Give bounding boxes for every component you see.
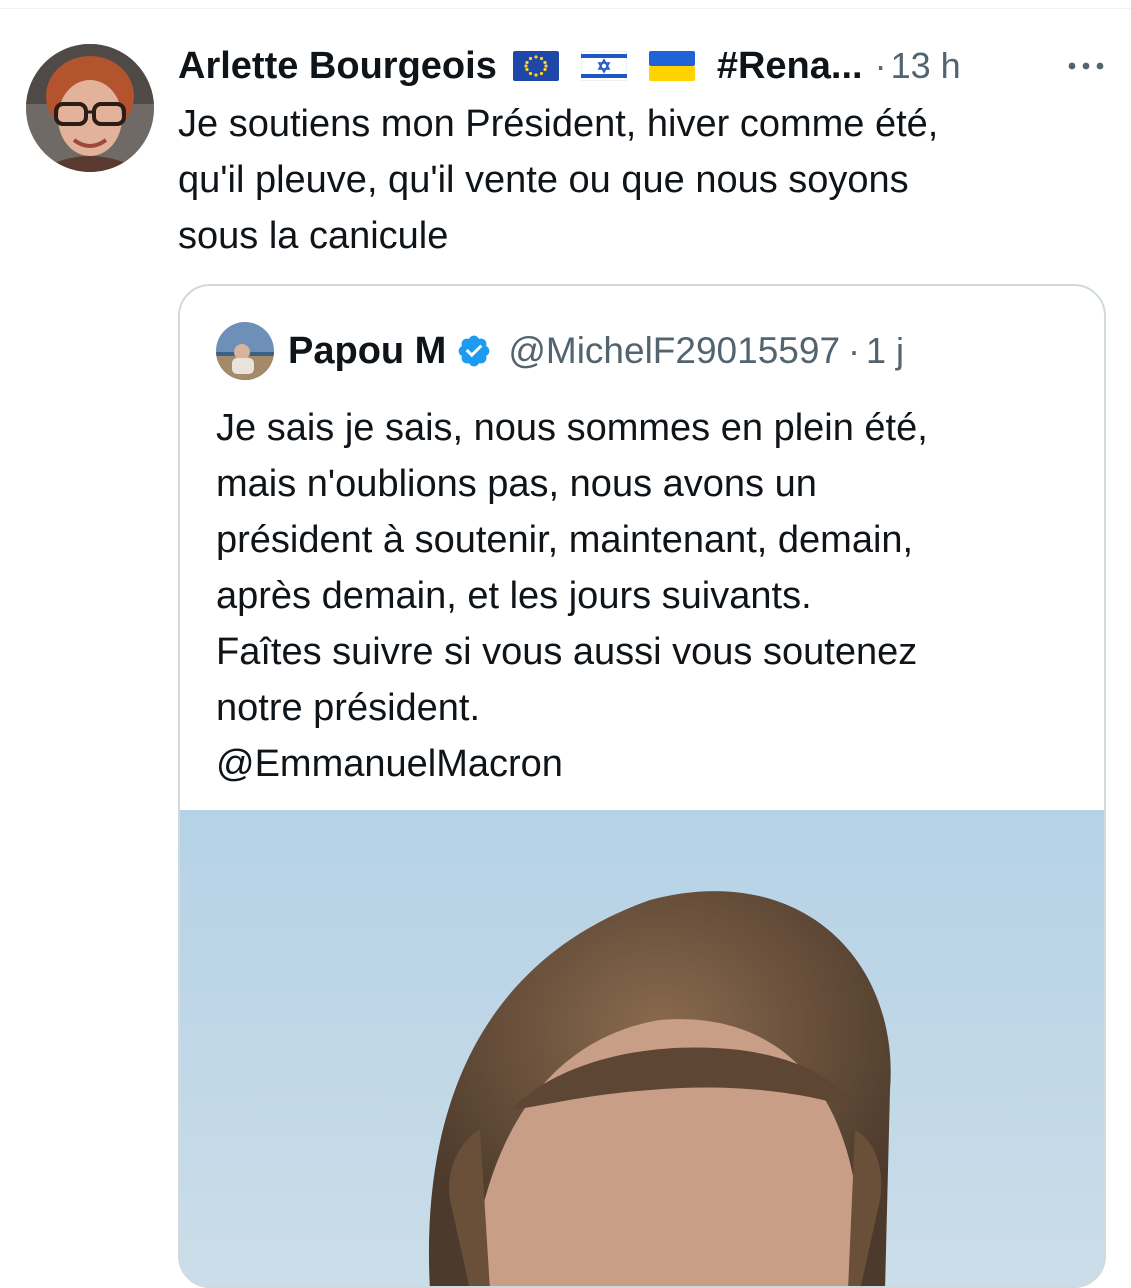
- tweet-text-line: sous la canicule: [178, 215, 449, 257]
- quoted-tweet-header: Papou M @MichelF29015597 · 1 j: [216, 322, 1096, 380]
- more-options-button[interactable]: [1064, 48, 1108, 84]
- tweet-header: Arlette Bourgeois #Rena... · 13 h: [178, 40, 1108, 92]
- quoted-mention[interactable]: @EmmanuelMacron: [216, 736, 1076, 792]
- ukraine-flag-icon: [648, 51, 695, 81]
- quoted-text-line: après demain, et les jours suivants.: [216, 575, 812, 617]
- author-avatar[interactable]: [26, 44, 154, 172]
- israel-flag-icon: [580, 51, 627, 81]
- quoted-text-line: mais n'oublions pas, nous avons un: [216, 463, 817, 505]
- quoted-author-name[interactable]: Papou M: [288, 330, 446, 373]
- quoted-tweet-image[interactable]: [180, 810, 1104, 1286]
- quoted-author-handle[interactable]: @MichelF29015597: [508, 330, 840, 372]
- quoted-text-line: Je sais je sais, nous sommes en plein ét…: [216, 407, 928, 449]
- quoted-text-line: Faîtes suivre si vous aussi vous soutene…: [216, 631, 918, 673]
- tweet[interactable]: Arlette Bourgeois #Rena... · 13 h Je sou…: [0, 0, 1131, 1288]
- tweet-time[interactable]: 13 h: [891, 45, 961, 87]
- tweet-text-line: qu'il pleuve, qu'il vente ou que nous so…: [178, 159, 909, 201]
- quoted-text-line: président à soutenir, maintenant, demain…: [216, 519, 914, 561]
- quoted-tweet-text: Je sais je sais, nous sommes en plein ét…: [216, 400, 1076, 792]
- quoted-author-avatar[interactable]: [216, 322, 274, 380]
- author-hashtag[interactable]: #Rena...: [717, 45, 863, 88]
- author-name[interactable]: Arlette Bourgeois: [178, 45, 497, 88]
- verified-badge-icon: [458, 335, 490, 367]
- quoted-text-line: notre président.: [216, 687, 481, 729]
- tweet-text-line: Je soutiens mon Président, hiver comme é…: [178, 103, 939, 145]
- quoted-tweet[interactable]: Papou M @MichelF29015597 · 1 j Je sais j…: [178, 284, 1106, 1288]
- more-horizontal-icon: [1068, 62, 1104, 70]
- quoted-tweet-time[interactable]: 1 j: [866, 330, 904, 372]
- eu-flag-icon: [512, 51, 559, 81]
- header-separator: ·: [874, 45, 887, 86]
- quoted-header-separator: ·: [848, 330, 861, 371]
- tweet-text: Je soutiens mon Président, hiver comme é…: [178, 96, 1078, 264]
